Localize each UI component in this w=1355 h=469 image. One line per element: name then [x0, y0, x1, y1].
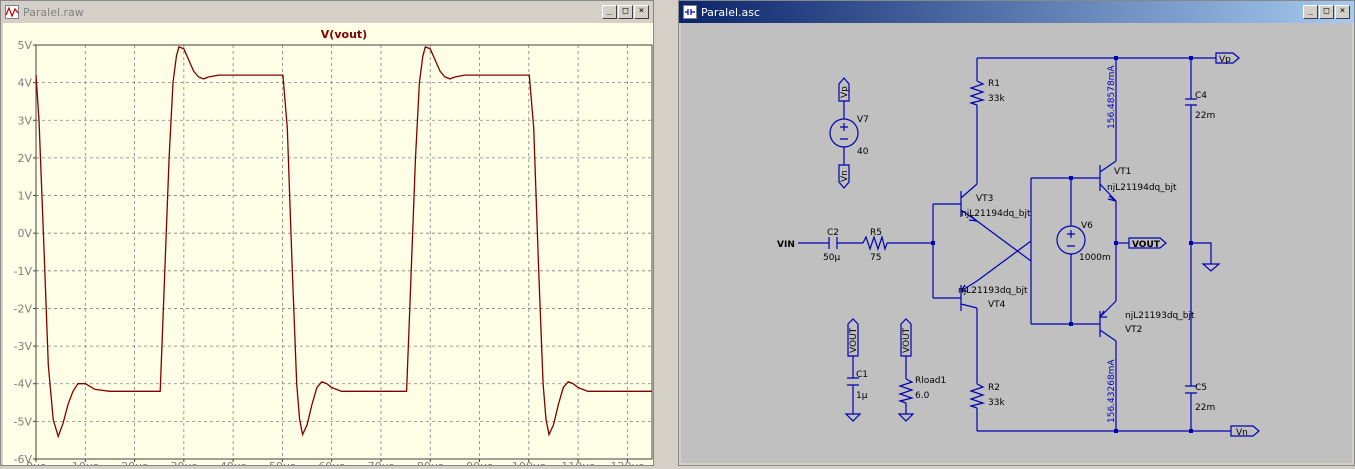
x-tick-label: 120µs	[610, 460, 644, 465]
resistor-r5[interactable]	[862, 234, 888, 252]
c2-name: C2	[827, 228, 839, 238]
c2-value: 50µ	[823, 253, 840, 263]
vin-label: VIN	[777, 240, 795, 250]
x-tick-label: 30µs	[170, 460, 197, 465]
r1-value: 33k	[988, 94, 1005, 104]
schematic-window[interactable]: Paralel.asc _ □ × R1 33k R2 33k V7 40 VT…	[678, 0, 1355, 466]
c5-name: C5	[1195, 383, 1207, 393]
wire-cross-a	[976, 220, 1032, 262]
r1-name: R1	[988, 79, 1000, 89]
x-tick-label: 110µs	[561, 460, 595, 465]
c4-name: C4	[1195, 91, 1207, 101]
x-tick-label: 100µs	[512, 460, 546, 465]
current-annotation-bottom: 156.43268mA	[1107, 359, 1117, 423]
rload-vout-label: VOUT	[902, 327, 912, 353]
resistor-rload[interactable]	[897, 378, 915, 404]
vt1-name: VT1	[1114, 167, 1131, 177]
x-tick-label: 60µs	[318, 460, 345, 465]
rload-value: 6.0	[915, 391, 930, 401]
y-tick-label: -5V	[14, 415, 33, 428]
waveform-window[interactable]: Paralel.raw _ □ × V(vout) 5V 4V 3V 2V 1V 0V -1…	[0, 0, 654, 469]
y-tick-label: -3V	[14, 340, 33, 353]
x-tick-label: 50µs	[269, 460, 296, 465]
vt1-model: njL21194dq_bjt	[1107, 183, 1177, 193]
trace-label[interactable]: V(vout)	[321, 28, 367, 41]
schematic-title-bar[interactable]: Paralel.asc _ □ ×	[679, 1, 1354, 23]
minimize-button[interactable]: _	[1303, 5, 1318, 19]
y-tick-label: -4V	[14, 378, 33, 391]
vout-flag-label: VOUT	[1132, 240, 1161, 250]
y-tick-label: -2V	[14, 302, 33, 315]
v7-name: V7	[857, 115, 869, 125]
waveform-window-title: Paralel.raw	[23, 5, 84, 19]
schematic-client: R1 33k R2 33k V7 40 VT3 njL21194dq_bjt n…	[681, 23, 1352, 463]
waveform-title-bar[interactable]: Paralel.raw _ □ ×	[1, 1, 653, 23]
c5-value: 22m	[1195, 403, 1215, 413]
transistor-vt2[interactable]	[1098, 300, 1117, 342]
resistor-r2[interactable]	[968, 383, 986, 409]
minimize-button[interactable]: _	[602, 5, 617, 19]
vt2-name: VT2	[1125, 325, 1142, 335]
x-tick-label: 0µs	[26, 460, 46, 465]
y-tick-label: 2V	[17, 152, 32, 165]
current-annotation-top: 156.48578mA	[1107, 65, 1117, 129]
waveform-icon	[5, 5, 19, 19]
vp-flag-label: Vp	[1219, 55, 1231, 65]
y-tick-label: 4V	[17, 77, 32, 90]
x-tick-label: 20µs	[121, 460, 148, 465]
vt4-name: VT4	[988, 300, 1006, 310]
resistor-r1[interactable]	[968, 80, 986, 106]
maximize-button[interactable]: □	[1319, 5, 1334, 19]
y-tick-label: 0V	[17, 227, 32, 240]
schematic-window-title: Paralel.asc	[701, 5, 761, 19]
vt2-model: njL21193dq_bjt	[1125, 311, 1195, 321]
c4-value: 22m	[1195, 111, 1215, 121]
close-button[interactable]: ×	[1335, 5, 1350, 19]
r5-value: 75	[870, 253, 881, 263]
vt3-model: njL21194dq_bjt	[961, 209, 1031, 219]
c1-vout-label: VOUT	[849, 327, 859, 353]
c1-value: 1µ	[856, 391, 868, 401]
wire-cross-b	[976, 240, 1032, 282]
wire-gnd	[1191, 242, 1212, 264]
v7-vn-label: Vn	[840, 170, 850, 182]
x-tick-label: 80µs	[417, 460, 444, 465]
maximize-button[interactable]: □	[618, 5, 633, 19]
c1-name: C1	[856, 370, 868, 380]
v6-value: 1000m	[1079, 253, 1111, 263]
waveform-client: V(vout) 5V4V3V2V1V0V-1V-2V-3V-4V-5V-6V0µ…	[3, 23, 653, 469]
r2-name: R2	[988, 383, 1000, 393]
v6-name: V6	[1081, 221, 1093, 231]
waveform-plot[interactable]: V(vout) 5V4V3V2V1V0V-1V-2V-3V-4V-5V-6V0µ…	[3, 23, 653, 469]
r2-value: 33k	[988, 398, 1005, 408]
y-tick-label: 3V	[17, 114, 32, 127]
r5-name: R5	[870, 228, 882, 238]
v7-vp-label: Vp	[840, 86, 850, 98]
ground-symbol	[1201, 263, 1221, 272]
schematic-icon	[683, 5, 697, 19]
y-tick-label: -1V	[14, 265, 33, 278]
x-tick-label: 90µs	[466, 460, 493, 465]
schematic-canvas[interactable]: R1 33k R2 33k V7 40 VT3 njL21194dq_bjt n…	[681, 23, 1354, 465]
x-tick-label: 70µs	[368, 460, 395, 465]
v7-value: 40	[857, 147, 869, 157]
x-tick-label: 10µs	[72, 460, 99, 465]
y-tick-label: 5V	[17, 39, 32, 52]
capacitor-c2[interactable]	[828, 237, 838, 249]
vn-flag-label: Vn	[1236, 428, 1248, 438]
vt3-name: VT3	[976, 194, 993, 204]
rload-name: Rload1	[915, 376, 946, 386]
vt4-model: njL21193dq_bjt	[958, 286, 1028, 296]
ground-rload	[897, 413, 915, 422]
ground-c1	[844, 413, 862, 422]
voltage-source-v7[interactable]	[829, 118, 859, 148]
plot-background	[3, 23, 653, 465]
y-tick-label: 1V	[17, 190, 32, 203]
x-tick-label: 40µs	[220, 460, 247, 465]
close-button[interactable]: ×	[634, 5, 649, 19]
